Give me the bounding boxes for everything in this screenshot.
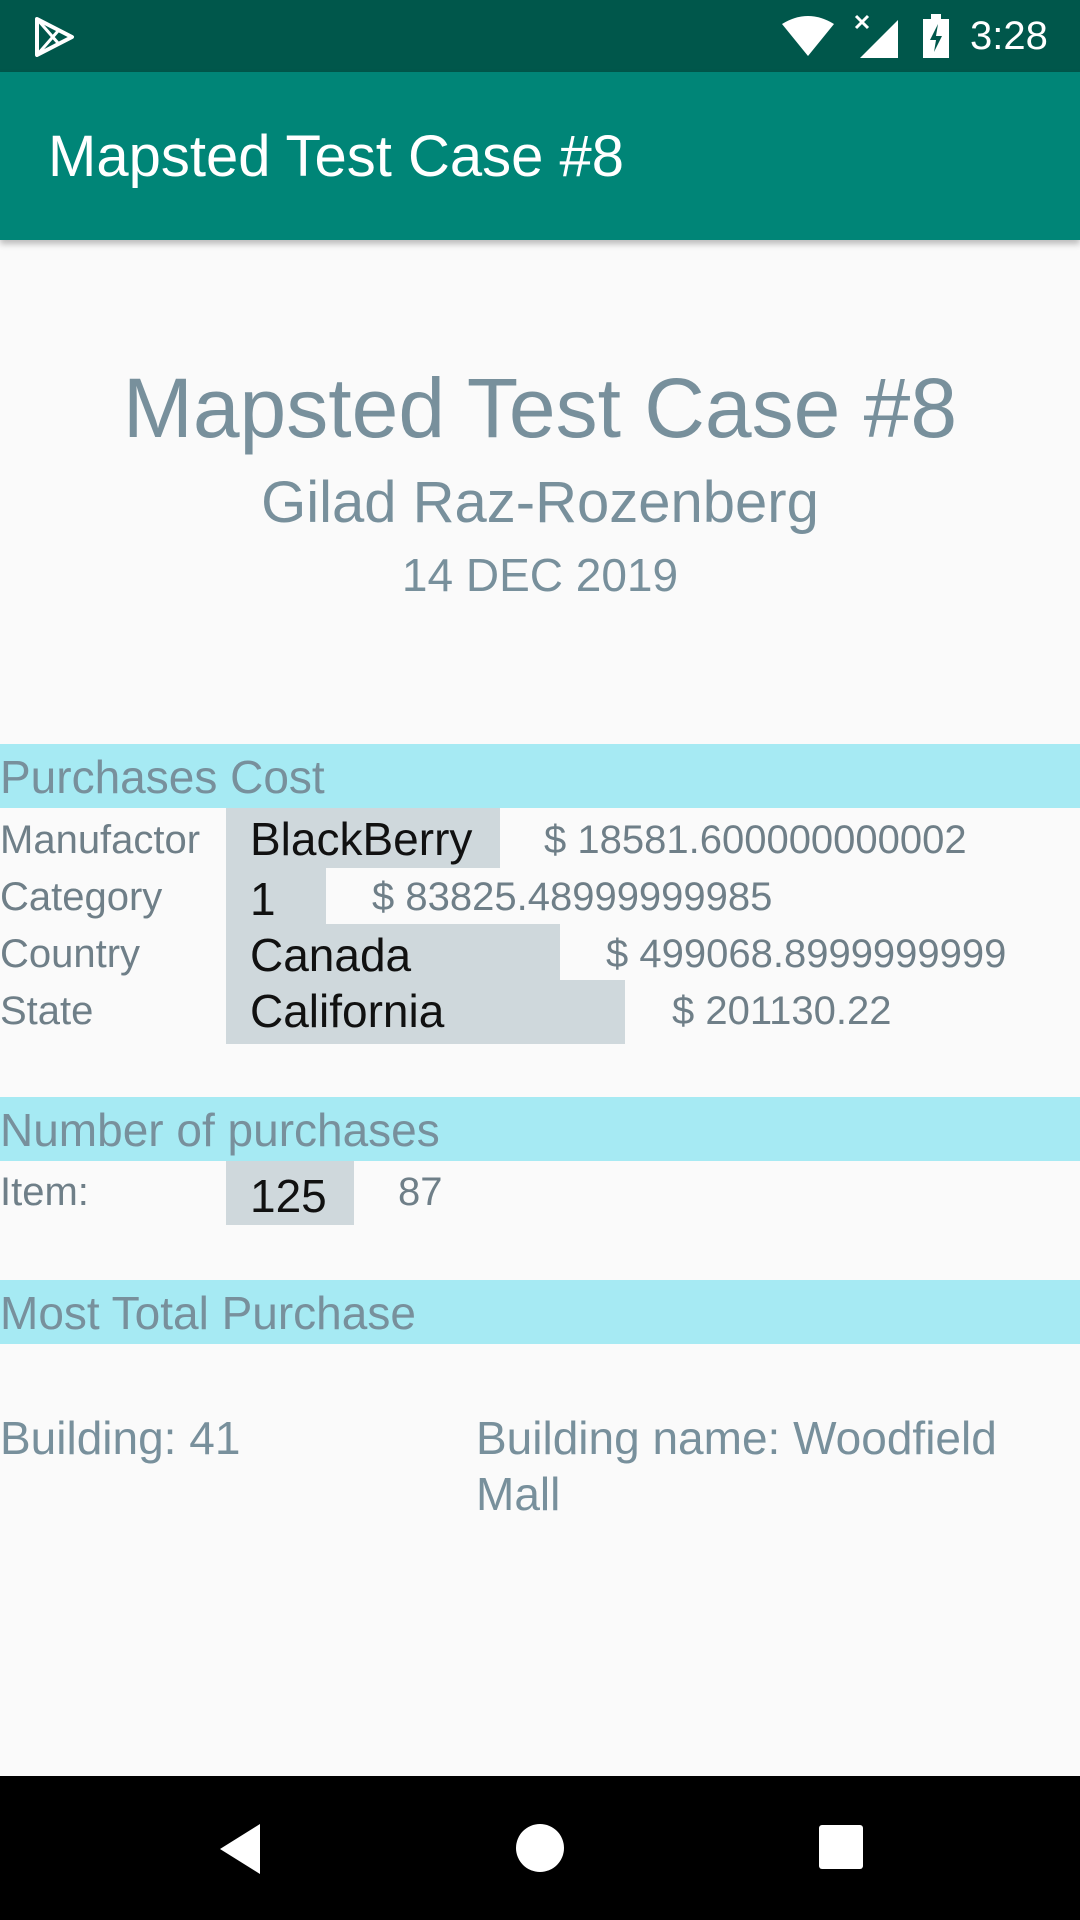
section-title: Most Total Purchase <box>0 1287 416 1339</box>
building-name: Building name: Woodfield Mall <box>476 1412 997 1520</box>
row-label: State <box>0 989 94 1033</box>
section-header-most-total-purchase: Most Total Purchase <box>0 1280 1080 1344</box>
value-box: California <box>226 980 625 1044</box>
row-label: Manufactor <box>0 818 201 862</box>
building-id: Building: 41 <box>0 1412 241 1464</box>
wifi-icon <box>782 16 834 56</box>
section-header-number-of-purchases: Number of purchases <box>0 1097 1080 1161</box>
row-amount: $ 83825.48999999985 <box>372 875 773 919</box>
item-count: 87 <box>398 1170 443 1214</box>
home-icon[interactable] <box>514 1822 566 1874</box>
value-box: 1 <box>226 868 326 925</box>
row-value: Canada <box>250 929 412 981</box>
row-value: California <box>250 985 445 1037</box>
back-icon[interactable] <box>216 1822 264 1876</box>
play-store-icon <box>35 17 74 57</box>
value-box: Canada <box>226 924 560 981</box>
author-name: Gilad Raz-Rozenberg <box>261 470 819 535</box>
row-label: Country <box>0 932 141 976</box>
status-bar: 3:28 <box>0 0 1080 72</box>
value-box: 125 <box>226 1161 354 1225</box>
section-title: Purchases Cost <box>0 751 325 803</box>
page-title: Mapsted Test Case #8 <box>122 361 958 455</box>
section-header-purchases-cost: Purchases Cost <box>0 744 1080 808</box>
section-title: Number of purchases <box>0 1104 440 1156</box>
item-label: Item: <box>0 1170 89 1214</box>
row-value: BlackBerry <box>250 813 473 865</box>
recents-icon[interactable] <box>818 1824 864 1870</box>
app-bar: Mapsted Test Case #8 <box>0 72 1080 240</box>
item-value: 125 <box>250 1170 327 1222</box>
row-amount: $ 201130.22 <box>672 989 892 1033</box>
signal-icon <box>854 14 898 58</box>
row-amount: $ 499068.8999999999 <box>606 932 1007 976</box>
row-value: 1 <box>250 873 276 925</box>
value-box: BlackBerry <box>226 808 500 868</box>
report-date: 14 DEC 2019 <box>401 549 679 601</box>
app-bar-title: Mapsted Test Case #8 <box>48 124 625 189</box>
battery-icon <box>923 14 949 58</box>
row-amount: $ 18581.600000000002 <box>544 818 967 862</box>
row-label: Category <box>0 875 163 919</box>
status-clock: 3:28 <box>970 14 1048 58</box>
navigation-bar <box>0 1776 1080 1920</box>
